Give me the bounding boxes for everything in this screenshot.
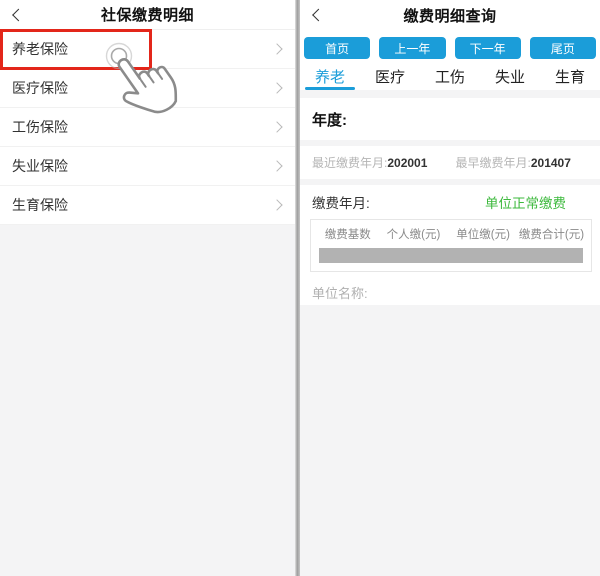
list-item-label: 养老保险 — [12, 41, 68, 57]
list-item-unemployment[interactable]: 失业保险 — [0, 147, 295, 186]
left-background-fill — [0, 225, 295, 576]
page-title: 社保缴费明细 — [100, 7, 194, 24]
col-header-employer: 单位缴(元) — [456, 229, 510, 241]
list-item-label: 医疗保险 — [12, 80, 68, 96]
year-label: 年度: — [312, 112, 347, 129]
prev-year-button[interactable]: 上一年 — [379, 37, 446, 59]
right-background-fill — [300, 305, 600, 576]
section-gap — [300, 90, 600, 98]
insurance-tabs: 养老 医疗 工伤 失业 生育 — [300, 64, 600, 90]
col-header-personal: 个人缴(元) — [386, 229, 441, 241]
recent-payment-label: 最近缴费年月: — [312, 156, 388, 170]
right-header: 缴费明细查询 — [300, 0, 600, 30]
tab-pension[interactable]: 养老 — [300, 64, 360, 90]
pay-month-row: 缴费年月: 单位正常缴费 — [300, 185, 600, 219]
recent-payment-month: 最近缴费年月:202001 — [312, 154, 456, 171]
chevron-left-icon — [12, 8, 25, 22]
pagination-button-row: 首页 上一年 下一年 尾页 — [300, 30, 600, 64]
list-item-label: 工伤保险 — [12, 119, 68, 135]
chevron-right-icon — [271, 43, 283, 55]
chevron-right-icon — [271, 82, 283, 94]
left-header: 社保缴费明细 — [0, 0, 295, 30]
year-label-row: 年度: — [300, 98, 600, 140]
tab-medical[interactable]: 医疗 — [360, 64, 420, 90]
screenshot-stage: 社保缴费明细 养老保险 医疗保险 工伤保险 失业保险 生育保险 缴费明细查询 首… — [0, 0, 600, 576]
tab-maternity[interactable]: 生育 — [540, 64, 600, 90]
chevron-right-icon — [271, 121, 283, 133]
list-item-pension[interactable]: 养老保险 — [0, 30, 295, 69]
payment-table-header: 缴费基数 个人缴(元) 单位缴(元) 缴费合计(元) — [311, 220, 591, 248]
screen-payment-detail-query: 缴费明细查询 首页 上一年 下一年 尾页 养老 医疗 工伤 失业 生育 年度: … — [300, 0, 600, 576]
redacted-data-row — [319, 248, 583, 263]
list-item-maternity[interactable]: 生育保险 — [0, 186, 295, 225]
tab-unemployment[interactable]: 失业 — [480, 64, 540, 90]
recent-payment-value: 202001 — [387, 156, 428, 170]
company-name-row: 单位名称: — [300, 278, 600, 305]
page-title: 缴费明细查询 — [403, 7, 497, 25]
col-header-base: 缴费基数 — [324, 229, 371, 241]
earliest-payment-label: 最早缴费年月: — [455, 156, 531, 170]
last-page-button[interactable]: 尾页 — [529, 37, 596, 59]
screen-insurance-list: 社保缴费明细 养老保险 医疗保险 工伤保险 失业保险 生育保险 — [0, 0, 295, 576]
list-item-medical[interactable]: 医疗保险 — [0, 69, 295, 108]
list-item-label: 生育保险 — [12, 197, 68, 213]
payment-table: 缴费基数 个人缴(元) 单位缴(元) 缴费合计(元) — [310, 219, 592, 272]
earliest-payment-month: 最早缴费年月:201407 — [456, 154, 588, 171]
back-button[interactable] — [10, 0, 34, 30]
next-year-button[interactable]: 下一年 — [454, 37, 521, 59]
list-item-injury[interactable]: 工伤保险 — [0, 108, 295, 147]
chevron-left-icon — [312, 8, 325, 22]
earliest-payment-value: 201407 — [530, 156, 571, 170]
payment-dates-row: 最近缴费年月:202001 最早缴费年月:201407 — [300, 146, 600, 179]
back-button[interactable] — [310, 0, 334, 30]
list-item-label: 失业保险 — [12, 158, 68, 174]
company-name-label: 单位名称: — [312, 286, 368, 301]
chevron-right-icon — [271, 160, 283, 172]
chevron-right-icon — [271, 199, 283, 211]
col-header-total: 缴费合计(元) — [518, 229, 585, 241]
first-page-button[interactable]: 首页 — [304, 37, 371, 59]
tab-injury[interactable]: 工伤 — [420, 64, 480, 90]
status-badge: 单位正常缴费 — [485, 196, 566, 211]
pay-month-label: 缴费年月: — [312, 196, 370, 211]
